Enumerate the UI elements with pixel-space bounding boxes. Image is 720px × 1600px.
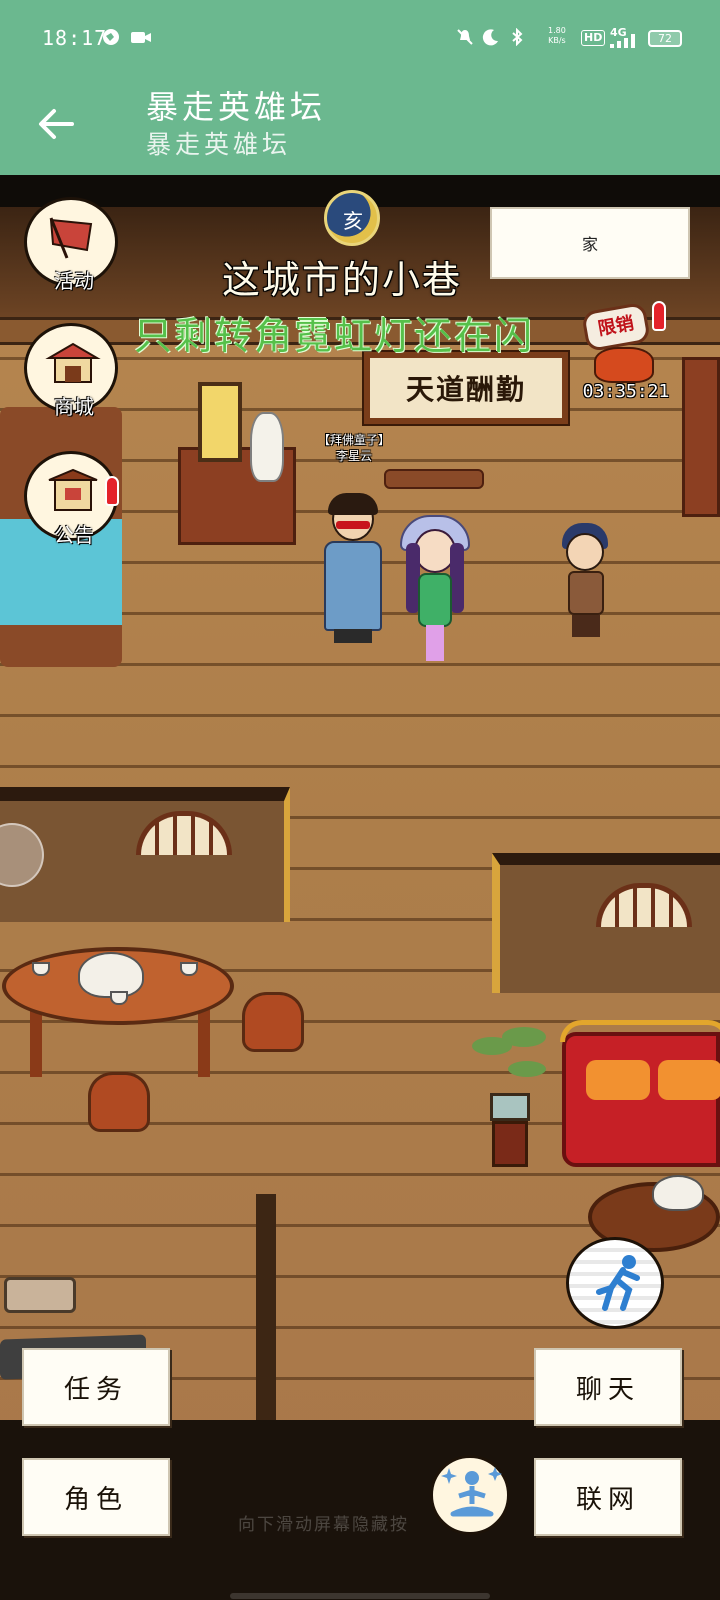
video-subtitle: 只剩转角霓虹灯还在闪 — [134, 314, 535, 358]
gate-icon — [48, 468, 98, 511]
tea-cup — [180, 962, 198, 976]
video-icon — [131, 32, 151, 43]
npc-name-tag: 【拜佛童子】 李星云 — [317, 433, 390, 463]
notice-button[interactable]: 公告 — [24, 451, 119, 547]
moon-icon — [482, 29, 498, 46]
chat-button[interactable]: 聊天 — [534, 1348, 682, 1426]
right-room-wall — [492, 853, 720, 993]
run-button[interactable] — [566, 1237, 664, 1329]
wall-shelf — [682, 357, 720, 517]
flag-icon — [49, 217, 93, 259]
app-subtitle: 暴走英雄坛 — [146, 130, 292, 159]
wooden-post — [256, 1194, 276, 1434]
battery-indicator: 72 — [648, 30, 682, 47]
meditate-button[interactable] — [430, 1455, 510, 1535]
network-speed: 1.80 KB/s — [548, 26, 566, 45]
player-character[interactable] — [320, 493, 386, 645]
limited-offer-label: 限销 — [581, 301, 651, 353]
low-table — [384, 469, 484, 489]
teapot — [652, 1175, 704, 1211]
status-time: 18:17 — [42, 26, 108, 50]
stool — [242, 992, 304, 1052]
white-vase — [250, 412, 284, 482]
offer-timer: 03:35:21 — [582, 381, 670, 402]
app-bar: 暴走英雄坛 暴走英雄坛 — [0, 78, 720, 175]
notification-badge — [105, 476, 119, 506]
mute-icon — [457, 29, 473, 45]
status-bar: 18:17 1.80 KB/s HD 4G 72 — [0, 0, 720, 78]
notification-badge — [652, 301, 666, 331]
fan-window — [136, 811, 232, 855]
time-of-day-icon: 亥 — [324, 190, 380, 246]
small-bench — [4, 1277, 76, 1313]
signal-bars-icon — [610, 34, 635, 48]
red-sofa — [560, 1020, 720, 1167]
fan-window — [596, 883, 692, 927]
stone-lantern — [198, 382, 242, 462]
shop-icon — [45, 342, 101, 383]
shop-button[interactable]: 商城 — [24, 323, 118, 419]
events-button[interactable]: 活动 — [24, 197, 118, 293]
swipe-hint: 向下滑动屏幕隐藏按 — [238, 1515, 409, 1535]
home-indicator[interactable] — [230, 1593, 490, 1599]
back-arrow-icon[interactable] — [34, 102, 78, 146]
limited-offer[interactable]: 限销 03:35:21 — [576, 301, 676, 402]
tea-cup — [110, 991, 128, 1005]
gift-bag-icon — [594, 347, 654, 383]
bonsai — [472, 1027, 548, 1167]
game-view[interactable]: 天道酬勤 亥 这城市的小巷 只剩转角霓虹灯还在闪 家 活动 商城 公告 限销 0… — [0, 175, 720, 1600]
character-button[interactable]: 角色 — [22, 1458, 170, 1536]
tea-cup — [32, 962, 50, 976]
home-button[interactable]: 家 — [490, 207, 690, 279]
task-button[interactable]: 任务 — [22, 1348, 170, 1426]
world-icon — [103, 29, 119, 45]
hd-badge: HD — [581, 30, 606, 46]
running-man-icon — [596, 1255, 640, 1311]
app-title: 暴走英雄坛 — [146, 88, 327, 126]
npc-child[interactable] — [558, 523, 618, 639]
meditation-icon — [441, 1467, 502, 1517]
stool — [88, 1072, 150, 1132]
plaque: 天道酬勤 — [364, 352, 568, 424]
location-title: 这城市的小巷 — [222, 258, 463, 302]
npc-companion[interactable] — [400, 515, 470, 663]
network-button[interactable]: 联网 — [534, 1458, 682, 1536]
bluetooth-icon — [512, 28, 523, 46]
